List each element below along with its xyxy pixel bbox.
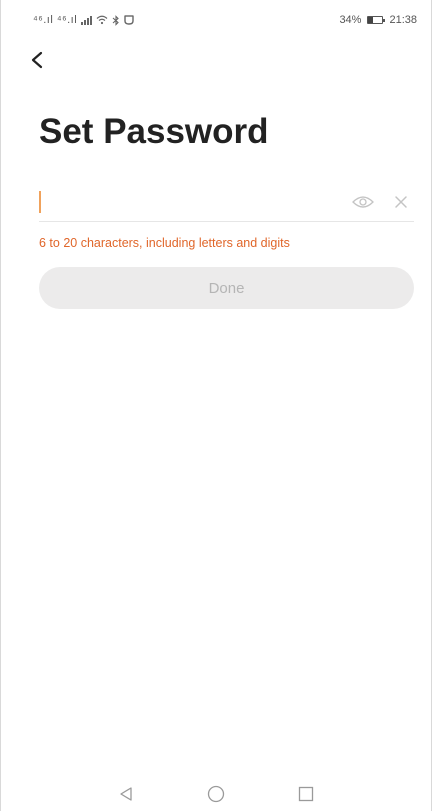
clock: 21:38: [389, 14, 417, 26]
back-button[interactable]: [23, 46, 51, 74]
toggle-visibility-button[interactable]: [350, 189, 376, 215]
battery-icon: [367, 16, 386, 24]
system-nav-bar: [1, 777, 431, 811]
status-bar: ⁴⁶.ıl ⁴⁶.ıl 34% 21:38: [1, 0, 431, 40]
square-recents-icon: [298, 786, 314, 802]
status-right: 34% 21:38: [339, 14, 417, 26]
bluetooth-icon: [112, 14, 119, 26]
circle-home-icon: [207, 785, 225, 803]
battery-percent: 34%: [339, 14, 362, 26]
clear-button[interactable]: [388, 189, 414, 215]
set-password-screen: ⁴⁶.ıl ⁴⁶.ıl 34% 21:38 Set Password 6 to …: [0, 0, 432, 811]
password-hint: 6 to 20 characters, including letters an…: [39, 236, 290, 250]
text-caret: [39, 190, 41, 213]
nav-back-button[interactable]: [111, 782, 141, 806]
password-field[interactable]: [39, 182, 414, 222]
back-arrow-icon: [31, 51, 43, 69]
close-icon: [395, 195, 407, 208]
nav-recents-button[interactable]: [291, 782, 321, 806]
page-title: Set Password: [39, 112, 269, 151]
network-signal-icons: ⁴⁶.ıl ⁴⁶.ıl: [33, 14, 78, 26]
wifi-icon: [96, 15, 108, 25]
done-button[interactable]: Done: [39, 267, 414, 309]
nav-home-button[interactable]: [201, 782, 231, 806]
triangle-back-icon: [120, 787, 132, 801]
password-input[interactable]: [45, 186, 350, 217]
status-indicators: ⁴⁶.ıl ⁴⁶.ıl: [33, 14, 134, 26]
eye-icon: [352, 195, 374, 208]
vpn-shield-icon: [124, 15, 134, 25]
signal-bars-icon: [81, 15, 93, 25]
battery-level: [368, 17, 374, 23]
